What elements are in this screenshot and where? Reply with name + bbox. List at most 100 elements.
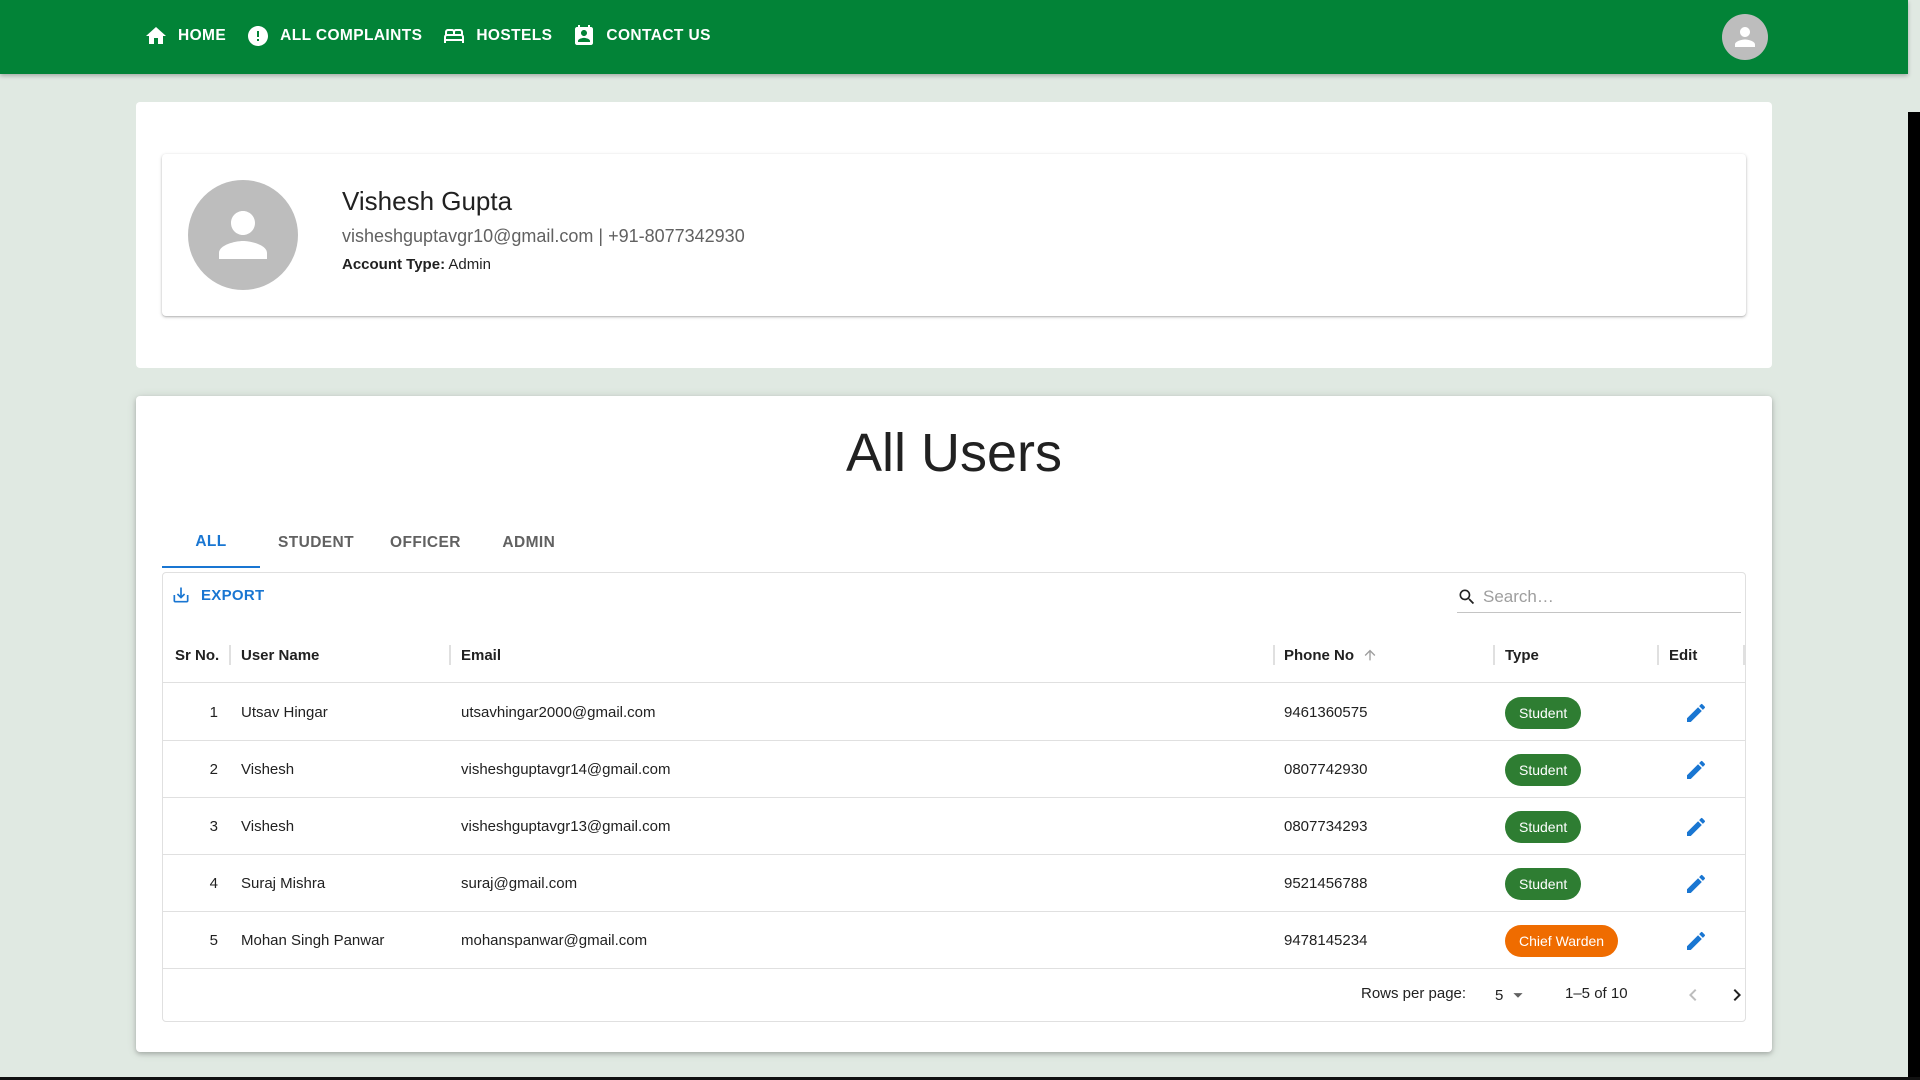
cell-phone: 9521456788 [1284, 875, 1368, 892]
cell-user-name: Suraj Mishra [241, 875, 326, 892]
error-icon [248, 26, 269, 46]
search-input[interactable] [1483, 586, 1723, 607]
cell-user-name: Vishesh [241, 761, 295, 778]
export-label: EXPORT [201, 586, 265, 604]
table-header: Sr No. User Name Email Phone No Type Edi… [163, 627, 1745, 683]
pencil-icon [1687, 703, 1706, 722]
nav-contact-us-label: CONTACT US [606, 27, 711, 44]
next-page-button[interactable] [1719, 977, 1755, 1013]
edit-button[interactable] [1676, 750, 1716, 790]
chevron-right-icon [1733, 989, 1741, 1001]
cell-email: utsavhingar2000@gmail.com [461, 704, 656, 721]
header-type[interactable]: Type [1505, 627, 1539, 683]
edit-button[interactable] [1676, 864, 1716, 904]
header-phone-no-label: Phone No [1284, 646, 1354, 664]
rows-per-page-value: 5 [1495, 986, 1504, 1004]
type-chip: Chief Warden [1505, 924, 1619, 957]
table-toolbar: EXPORT [163, 573, 1745, 621]
previous-page-button[interactable] [1675, 977, 1711, 1013]
pencil-icon [1687, 760, 1706, 779]
main-nav: HOME ALL COMPLAINTS HOSTELS CONTACT US [144, 22, 731, 50]
header-email[interactable]: Email [461, 627, 501, 683]
table-row[interactable]: 3 Vishesh visheshguptavgr13@gmail.com 08… [163, 798, 1745, 855]
type-chip: Student [1505, 867, 1582, 900]
header-edit: Edit [1669, 646, 1698, 664]
users-table: EXPORT Sr No. User Name Email Phone No T… [162, 572, 1746, 1022]
nav-home[interactable]: HOME [144, 22, 226, 50]
nav-hostels[interactable]: HOSTELS [442, 22, 552, 50]
chevron-left-icon [1689, 989, 1697, 1001]
table-row[interactable]: 4 Suraj Mishra suraj@gmail.com 952145678… [163, 855, 1745, 912]
scrollbar-thumb[interactable] [1908, 112, 1920, 1080]
tab-officer[interactable]: OFFICER [372, 518, 479, 568]
pencil-icon [1687, 874, 1706, 893]
cell-sr-no: 3 [209, 818, 218, 835]
header-sr-no[interactable]: Sr No. [175, 627, 219, 683]
type-chip: Student [1505, 810, 1582, 843]
table-pagination: Rows per page: 5 1–5 of 10 [163, 967, 1745, 1023]
rows-per-page-select[interactable]: 5 [1495, 981, 1529, 1009]
person-icon [1735, 27, 1755, 47]
table-row[interactable]: 1 Utsav Hingar utsavhingar2000@gmail.com… [163, 684, 1745, 741]
caret-down-icon [1513, 993, 1523, 998]
bed-icon [444, 29, 465, 43]
profile-name: Vishesh Gupta [342, 186, 513, 216]
cell-email: visheshguptavgr14@gmail.com [461, 761, 671, 778]
cell-phone: 9478145234 [1284, 932, 1368, 949]
column-separator[interactable] [1273, 645, 1275, 665]
column-separator[interactable] [449, 645, 451, 665]
all-users-section: All Users ALL STUDENT OFFICER ADMIN EXPO… [136, 396, 1772, 1052]
cell-sr-no: 5 [209, 932, 218, 949]
cell-email: visheshguptavgr13@gmail.com [461, 818, 671, 835]
profile-avatar [188, 180, 298, 290]
column-separator[interactable] [229, 645, 231, 665]
nav-contact-us[interactable]: CONTACT US [572, 22, 710, 50]
edit-button[interactable] [1676, 693, 1716, 733]
export-button[interactable]: EXPORT [171, 585, 264, 605]
cell-email: suraj@gmail.com [461, 875, 578, 892]
type-chip: Student [1505, 696, 1582, 729]
home-icon [146, 27, 166, 44]
table-row[interactable]: 5 Mohan Singh Panwar mohanspanwar@gmail.… [163, 912, 1745, 969]
tab-all[interactable]: ALL [162, 518, 260, 568]
arrow-up-icon[interactable] [1362, 647, 1378, 663]
profile-section: Vishesh Gupta visheshguptavgr10@gmail.co… [136, 102, 1772, 368]
column-separator[interactable] [1657, 645, 1659, 665]
tab-admin[interactable]: ADMIN [479, 518, 579, 568]
header-user-name[interactable]: User Name [241, 627, 319, 683]
app-bar: HOME ALL COMPLAINTS HOSTELS CONTACT US [0, 0, 1908, 74]
cell-user-name: Vishesh [241, 818, 295, 835]
cell-phone: 0807742930 [1284, 761, 1368, 778]
cell-user-name: Mohan Singh Panwar [241, 932, 385, 949]
nav-all-complaints[interactable]: ALL COMPLAINTS [246, 22, 422, 50]
type-chip: Student [1505, 753, 1582, 786]
account-type-label: Account Type: [342, 256, 446, 273]
account-avatar-button[interactable] [1722, 14, 1768, 60]
search-box [1457, 581, 1741, 613]
profile-contact: visheshguptavgr10@gmail.com | +91-807734… [342, 226, 745, 246]
page-title: All Users [845, 423, 1063, 483]
edit-button[interactable] [1676, 807, 1716, 847]
pencil-icon [1687, 931, 1706, 950]
user-type-tabs: ALL STUDENT OFFICER ADMIN [162, 518, 579, 568]
pagination-range: 1–5 of 10 [1565, 985, 1628, 1002]
cell-phone: 0807734293 [1284, 818, 1368, 835]
cell-sr-no: 4 [209, 875, 218, 892]
scrollbar-track[interactable] [1908, 0, 1920, 1080]
column-separator[interactable] [1743, 645, 1745, 665]
table-row[interactable]: 2 Vishesh visheshguptavgr14@gmail.com 08… [163, 741, 1745, 798]
pencil-icon [1687, 817, 1706, 836]
tab-student[interactable]: STUDENT [260, 518, 372, 568]
nav-hostels-label: HOSTELS [476, 27, 553, 44]
nav-all-complaints-label: ALL COMPLAINTS [280, 27, 423, 44]
nav-home-label: HOME [178, 27, 227, 44]
edit-button[interactable] [1676, 921, 1716, 961]
cell-email: mohanspanwar@gmail.com [461, 932, 648, 949]
search-icon [1459, 589, 1475, 604]
account-type-value: Admin [448, 256, 491, 273]
cell-phone: 9461360575 [1284, 704, 1368, 721]
profile-account-type: Account Type: Admin [342, 256, 491, 273]
header-phone-no[interactable]: Phone No [1284, 627, 1378, 683]
cell-sr-no: 2 [209, 761, 218, 778]
column-separator[interactable] [1493, 645, 1495, 665]
